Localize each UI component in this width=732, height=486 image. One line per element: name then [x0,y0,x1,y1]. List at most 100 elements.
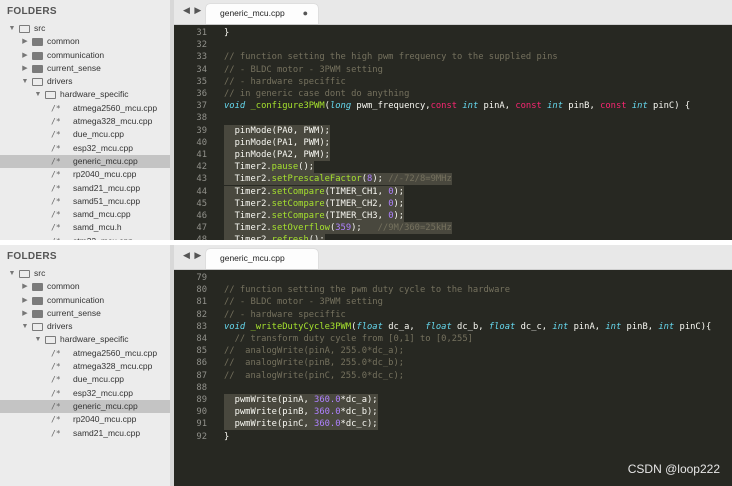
code-token: void [224,101,246,112]
code-editor[interactable]: CSDN @loop222 79 80 // function setting the… [174,270,732,486]
file-item[interactable]: /* rp2040_mcu.cpp [0,168,170,181]
code-line[interactable]: 46 Timer2.setCompare(TIMER_CH3, 0); [174,210,732,222]
folder-item[interactable]: ▼ hardware_specific [0,333,170,346]
code-line[interactable]: 40 pinMode(PA1, PWM); [174,136,732,149]
file-icon: /* [51,156,61,166]
folder-item[interactable]: ▶ common [0,280,170,293]
tree-item-label: due_mcu.cpp [73,129,125,140]
code-line[interactable]: 43 Timer2.setPrescaleFactor(8); //-72/8=… [174,173,732,186]
file-item[interactable]: /* samd_mcu.cpp [0,208,170,221]
code-line[interactable]: 79 [174,272,732,284]
code-token: Timer2. [224,223,272,234]
folder-item[interactable]: ▼ drivers [0,75,170,88]
tab-nav-arrows-icon[interactable]: ◀ ▶ [183,5,202,16]
file-item[interactable]: /* atmega2560_mcu.cpp [0,347,170,360]
chevron-right-icon[interactable]: ▶ [21,62,29,75]
line-number: 83 [196,321,207,332]
code-token: pinMode(PA2, PWM); [224,150,330,160]
file-item[interactable]: /* due_mcu.cpp [0,128,170,141]
code-line[interactable]: 44 Timer2.setCompare(TIMER_CH1, 0); [174,185,732,198]
code-line[interactable]: 87 // analogWrite(pinC, 255.0*dc_c); [174,370,732,382]
chevron-right-icon[interactable]: ▶ [21,49,29,62]
tree-item-label: samd51_mcu.cpp [73,195,141,206]
code-line[interactable]: 35 // - hardware speciffic [174,76,732,88]
chevron-right-icon[interactable]: ▶ [21,35,29,48]
folder-item[interactable]: ▶ current_sense [0,62,170,75]
folder-item[interactable]: ▶ communication [0,294,170,307]
code-line[interactable]: 47 Timer2.setOverflow(359); //9M/360=25k… [174,222,732,235]
file-item[interactable]: /* atmega328_mcu.cpp [0,115,170,128]
code-text: Timer2.setOverflow(359); //9M/360=25kHz [224,222,452,235]
chevron-right-icon[interactable]: ▶ [21,280,29,293]
file-item[interactable]: /* atmega2560_mcu.cpp [0,102,170,115]
chevron-right-icon[interactable]: ▶ [21,307,29,320]
code-token: 360.0 [314,395,341,405]
code-line[interactable]: 80 // function setting the pwm duty cycle… [174,284,732,296]
folder-item[interactable]: ▶ current_sense [0,307,170,320]
file-item[interactable]: /* samd21_mcu.cpp [0,182,170,195]
tab-bar: ◀ ▶ generic_mcu.cpp ● [174,0,732,25]
file-item[interactable]: /* atmega328_mcu.cpp [0,360,170,373]
file-item[interactable]: /* esp32_mcu.cpp [0,387,170,400]
code-line[interactable]: 91 pwmWrite(pinC, 360.0*dc_c); [174,418,732,431]
code-line[interactable]: 83 void _writeDutyCycle3PWM(float dc_a, f… [174,321,732,333]
file-item[interactable]: /* samd51_mcu.cpp [0,195,170,208]
code-token: 360.0 [314,407,341,418]
tab-generic-mcu-cpp[interactable]: generic_mcu.cpp [206,249,318,269]
code-line[interactable]: 36 // in generic case dont do anything [174,88,732,100]
tree-item-label: samd21_mcu.cpp [73,182,141,193]
code-line[interactable]: 32 [174,39,732,51]
file-item[interactable]: /* samd21_mcu.cpp [0,427,170,440]
chevron-right-icon[interactable]: ▶ [21,294,29,307]
code-line[interactable]: 41 pinMode(PA2, PWM); [174,149,732,161]
file-icon: /* [51,170,61,180]
code-line[interactable]: 86 // analogWrite(pinB, 255.0*dc_b); [174,357,732,369]
chevron-down-icon[interactable]: ▼ [21,320,29,333]
code-token: ); [351,223,368,234]
chevron-down-icon[interactable]: ▼ [8,267,16,280]
folder-item[interactable]: ▼ hardware_specific [0,88,170,101]
code-line[interactable]: 82 // - hardware speciffic [174,309,732,321]
chevron-down-icon[interactable]: ▼ [34,88,42,101]
file-item[interactable]: /* rp2040_mcu.cpp [0,413,170,426]
folders-header: FOLDERS [7,251,57,262]
code-line[interactable]: 39 pinMode(PA0, PWM); [174,124,732,137]
code-line[interactable]: 38 [174,112,732,124]
code-line[interactable]: 92} [174,431,732,443]
tree-item-label: atmega328_mcu.cpp [73,116,153,127]
file-item[interactable]: /* generic_mcu.cpp [0,154,170,169]
code-line[interactable]: 45 Timer2.setCompare(TIMER_CH2, 0); [174,197,732,210]
chevron-down-icon[interactable]: ▼ [34,333,42,346]
code-token: 359 [335,223,352,234]
code-text: // function setting the high pwm frequen… [224,51,558,63]
folder-item[interactable]: ▼ src [0,267,170,280]
unsaved-dot-icon[interactable]: ● [303,8,308,18]
file-item[interactable]: /* generic_mcu.cpp [0,399,170,414]
code-line[interactable]: 89 pwmWrite(pinA, 360.0*dc_a); [174,394,732,406]
chevron-down-icon[interactable]: ▼ [8,22,16,35]
folder-item[interactable]: ▶ common [0,35,170,48]
code-line[interactable]: 85 // analogWrite(pinA, 255.0*dc_a); [174,345,732,357]
chevron-down-icon[interactable]: ▼ [21,75,29,88]
folder-item[interactable]: ▼ drivers [0,320,170,333]
file-item[interactable]: /* samd_mcu.h [0,221,170,234]
folder-item[interactable]: ▶ communication [0,49,170,62]
code-line[interactable]: 81 // - BLDC motor - 3PWM setting [174,296,732,308]
code-text: Timer2.setPrescaleFactor(8); //-72/8=9MH… [224,173,452,186]
code-line[interactable]: 33 // function setting the high pwm frequ… [174,51,732,63]
code-editor[interactable]: 31} 32 33// function setting the high pwm … [174,25,732,240]
code-line[interactable]: 90 pwmWrite(pinB, 360.0*dc_b); [174,406,732,419]
line-number: 43 [196,174,207,185]
file-item[interactable]: /* due_mcu.cpp [0,373,170,386]
code-line[interactable]: 34 // - BLDC motor - 3PWM setting [174,64,732,76]
code-line[interactable]: 42 Timer2.pause(); [174,161,732,174]
tab-generic-mcu-cpp[interactable]: generic_mcu.cpp ● [206,4,318,24]
tab-nav-arrows-icon[interactable]: ◀ ▶ [183,250,202,261]
code-line[interactable]: 88 [174,382,732,394]
code-line[interactable]: 31} [174,27,732,39]
code-line[interactable]: 37 void _configure3PWM(long pwm_frequency… [174,100,732,112]
file-item[interactable]: /* esp32_mcu.cpp [0,142,170,155]
code-line[interactable]: 84 // transform duty cycle from [0,1] to… [174,333,732,345]
line-number: 34 [196,64,207,75]
folder-item[interactable]: ▼ src [0,22,170,35]
